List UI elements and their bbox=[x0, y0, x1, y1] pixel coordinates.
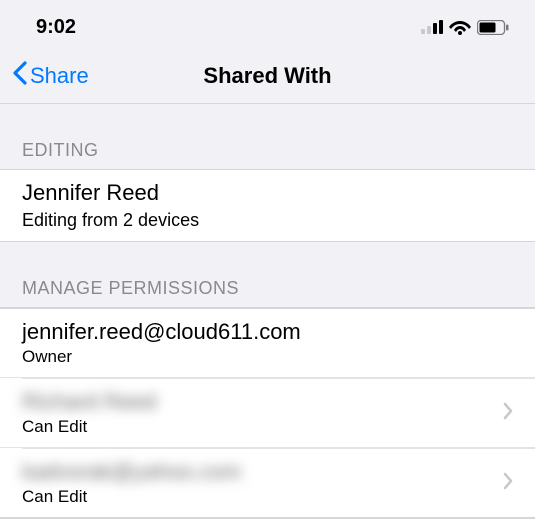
permissions-list: jennifer.reed@cloud611.com Owner Richard… bbox=[0, 307, 535, 519]
cellular-icon bbox=[421, 20, 443, 34]
chevron-right-icon bbox=[503, 470, 513, 496]
permission-row-owner[interactable]: jennifer.reed@cloud611.com Owner bbox=[0, 308, 535, 378]
battery-icon bbox=[477, 20, 509, 35]
wifi-icon bbox=[449, 19, 471, 35]
permission-title: jennifer.reed@cloud611.com bbox=[22, 319, 301, 345]
chevron-right-icon bbox=[503, 400, 513, 426]
section-header-editing: EDITING bbox=[0, 104, 535, 169]
nav-title: Shared With bbox=[203, 63, 331, 89]
permission-role: Can Edit bbox=[22, 417, 157, 437]
permission-row[interactable]: kadvorak@yahoo.com Can Edit bbox=[0, 449, 535, 518]
permission-row[interactable]: Richard Reed Can Edit bbox=[0, 379, 535, 448]
editing-status: Editing from 2 devices bbox=[22, 210, 199, 231]
permission-role: Can Edit bbox=[22, 487, 241, 507]
permission-role: Owner bbox=[22, 347, 301, 367]
nav-bar: Share Shared With bbox=[0, 48, 535, 104]
back-label: Share bbox=[30, 63, 89, 89]
status-bar: 9:02 bbox=[0, 0, 535, 48]
status-icons bbox=[421, 19, 509, 35]
back-chevron-icon bbox=[12, 60, 28, 92]
editing-row: Jennifer Reed Editing from 2 devices bbox=[0, 169, 535, 242]
back-button[interactable]: Share bbox=[12, 60, 89, 92]
permission-title-blurred: kadvorak@yahoo.com bbox=[22, 459, 241, 485]
section-header-permissions: MANAGE PERMISSIONS bbox=[0, 242, 535, 307]
editing-user-name: Jennifer Reed bbox=[22, 180, 199, 206]
permission-title-blurred: Richard Reed bbox=[22, 389, 157, 415]
status-time: 9:02 bbox=[36, 16, 76, 39]
